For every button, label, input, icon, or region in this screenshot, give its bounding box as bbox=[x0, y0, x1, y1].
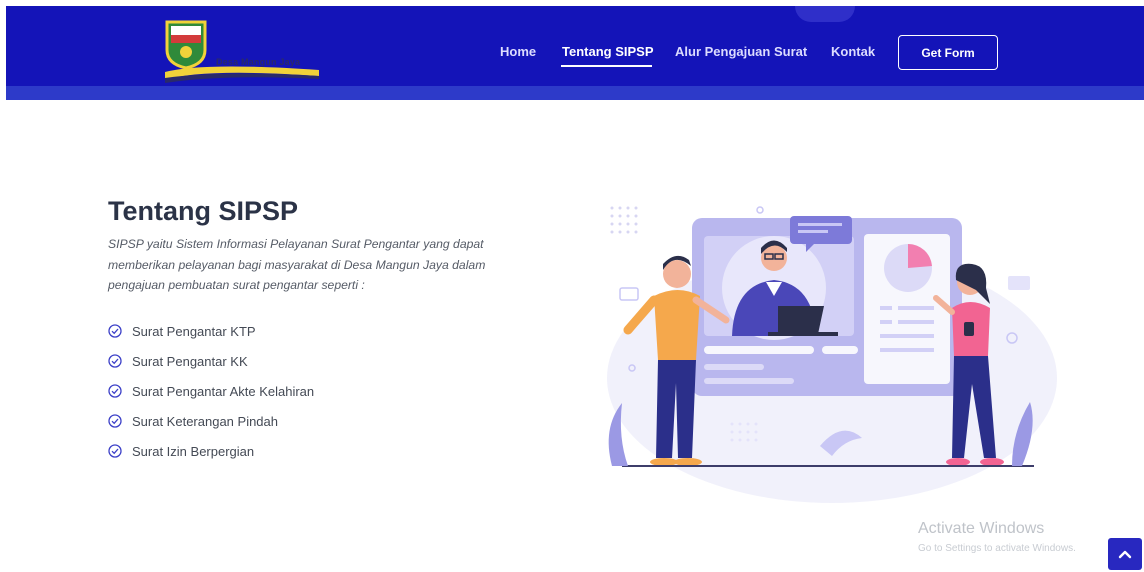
nav-alur-pengajuan-surat[interactable]: Alur Pengajuan Surat bbox=[675, 44, 807, 59]
header-strip bbox=[6, 86, 1144, 100]
section-description: SIPSP yaitu Sistem Informasi Pelayanan S… bbox=[108, 237, 486, 292]
list-item: Surat Pengantar KK bbox=[108, 346, 314, 376]
list-item-label: Surat Izin Berpergian bbox=[132, 443, 255, 459]
village-emblem-icon bbox=[165, 20, 319, 83]
check-circle-icon bbox=[108, 384, 122, 398]
nav-kontak[interactable]: Kontak bbox=[831, 44, 875, 59]
chevron-up-icon bbox=[1118, 550, 1132, 559]
online-meeting-illustration bbox=[607, 206, 1057, 503]
nav-active-indicator bbox=[561, 65, 652, 67]
check-circle-icon bbox=[108, 354, 122, 368]
list-item: Surat Keterangan Pindah bbox=[108, 406, 314, 436]
list-item-label: Surat Pengantar Akte Kelahiran bbox=[132, 383, 315, 399]
check-circle-icon bbox=[108, 324, 122, 338]
list-item-label: Surat Pengantar KTP bbox=[132, 323, 256, 339]
check-circle-icon bbox=[108, 414, 122, 428]
header-decoration bbox=[795, 6, 855, 22]
list-item: Surat Pengantar Akte Kelahiran bbox=[108, 376, 314, 406]
page: Desa Mangun Jaya Home Tentang SIPSP Alur… bbox=[0, 0, 1144, 572]
activate-windows-title: Activate Windows bbox=[918, 520, 1045, 537]
scroll-to-top-button[interactable] bbox=[1108, 538, 1142, 570]
activate-windows-subtitle: Go to Settings to activate Windows. bbox=[918, 543, 1076, 554]
nav-tentang-sipsp[interactable]: Tentang SIPSP bbox=[562, 44, 654, 59]
list-item-label: Surat Keterangan Pindah bbox=[132, 413, 278, 429]
service-list: Surat Pengantar KTP Surat Pengantar KK S… bbox=[108, 316, 314, 466]
logo[interactable]: Desa Mangun Jaya bbox=[163, 18, 323, 84]
logo-text: Desa Mangun Jaya bbox=[216, 57, 301, 67]
list-item-label: Surat Pengantar KK bbox=[132, 353, 248, 369]
list-item: Surat Pengantar KTP bbox=[108, 316, 314, 346]
section-title: Tentang SIPSP bbox=[108, 196, 299, 226]
nav-home[interactable]: Home bbox=[500, 44, 536, 59]
check-circle-icon bbox=[108, 444, 122, 458]
get-form-button[interactable]: Get Form bbox=[898, 35, 998, 70]
list-item: Surat Izin Berpergian bbox=[108, 436, 314, 466]
